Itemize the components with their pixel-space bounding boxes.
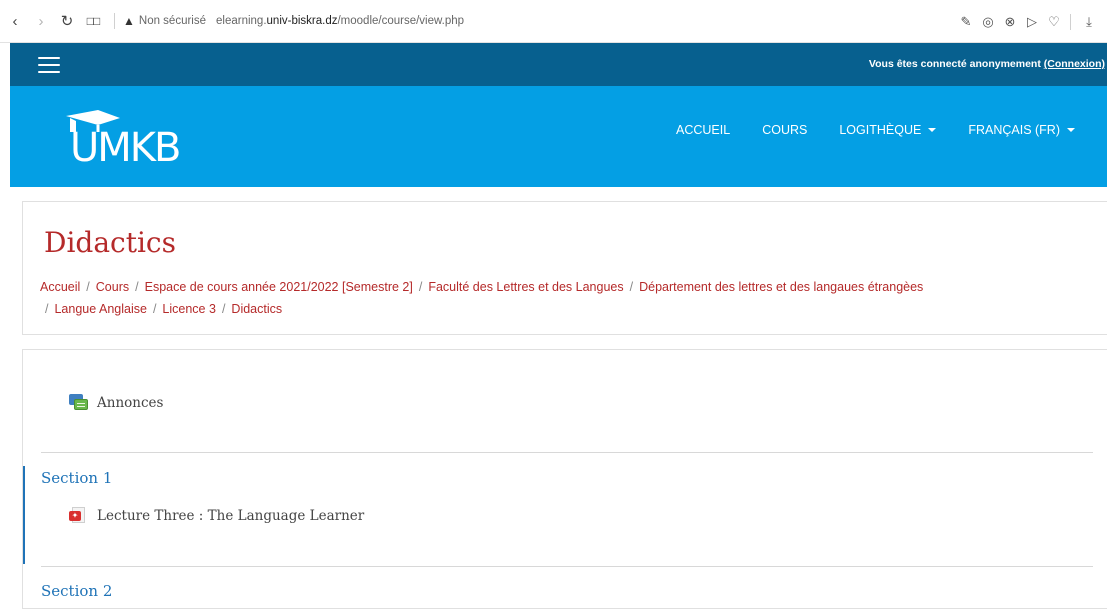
breadcrumb-item[interactable]: Faculté des Lettres et des Langues xyxy=(428,280,623,294)
nav-logitheque[interactable]: LOGITHÈQUE xyxy=(839,123,937,137)
nav-label: COURS xyxy=(762,123,808,137)
download-icon[interactable]: ⤓ xyxy=(1079,11,1099,33)
breadcrumb-item[interactable]: Département des lettres et des langaues … xyxy=(639,280,923,294)
breadcrumb-item[interactable]: Cours xyxy=(96,280,129,294)
caret-down-icon xyxy=(1067,128,1075,132)
site-logo[interactable]: UMKB xyxy=(60,108,181,171)
breadcrumb-separator: / xyxy=(221,302,226,316)
pdf-resource-activity[interactable]: ✦ Lecture Three : The Language Learner xyxy=(69,507,364,525)
breadcrumb-separator: / xyxy=(629,280,634,294)
camera-icon[interactable]: ◎ xyxy=(978,11,998,33)
breadcrumb-separator: / xyxy=(45,302,49,316)
pdf-icon: ✦ xyxy=(69,507,87,525)
breadcrumb-separator: / xyxy=(418,280,423,294)
menu-icon[interactable] xyxy=(38,57,60,73)
breadcrumb-separator: / xyxy=(152,302,157,316)
login-info: Vous êtes connecté anonymement (Connexio… xyxy=(869,58,1105,70)
nav-label: LOGITHÈQUE xyxy=(839,123,922,137)
breadcrumb-separator: / xyxy=(135,280,139,294)
login-status: Vous êtes connecté anonymement xyxy=(868,58,1041,70)
breadcrumb-separator: / xyxy=(86,280,90,294)
breadcrumb-item[interactable]: Espace de cours année 2021/2022 [Semestr… xyxy=(145,280,413,294)
nav-language[interactable]: FRANÇAIS (FR) xyxy=(968,123,1075,137)
course-content: Annonces Section 1 ✦ Lecture Three : The… xyxy=(22,349,1107,609)
nav-label: ACCUEIL xyxy=(676,123,731,137)
browser-toolbar: ‹ › ↻ □□ ▲ Non sécurisé elearning.univ-b… xyxy=(0,0,1107,43)
activity-label: Annonces xyxy=(97,395,164,411)
heart-icon[interactable]: ♡ xyxy=(1044,11,1064,33)
site-topbar: Vous êtes connecté anonymement (Connexio… xyxy=(10,43,1107,86)
forward-icon[interactable]: › xyxy=(30,10,52,32)
warning-icon[interactable]: ▲ xyxy=(123,14,135,28)
site-navbar: UMKB ACCUEIL COURS LOGITHÈQUE FRANÇAIS (… xyxy=(10,86,1107,187)
url-path: /moodle/course/view.php xyxy=(337,15,465,27)
url-prefix: elearning. xyxy=(216,15,267,27)
section-title[interactable]: Section 2 xyxy=(41,582,112,600)
caret-down-icon xyxy=(928,128,937,132)
breadcrumb-item[interactable]: Didactics xyxy=(231,302,282,316)
login-link[interactable]: (Connexion) xyxy=(1044,58,1105,70)
activity-label: Lecture Three : The Language Learner xyxy=(97,508,365,524)
reload-icon[interactable]: ↻ xyxy=(56,10,78,32)
edit-icon[interactable]: ✎ xyxy=(956,11,976,33)
apps-grid-icon[interactable]: □□ xyxy=(82,10,104,32)
section-divider xyxy=(41,566,1093,567)
forum-icon xyxy=(69,394,89,412)
announcements-activity[interactable]: Annonces xyxy=(69,394,163,412)
toolbar-divider xyxy=(1070,13,1071,30)
current-section-marker xyxy=(23,466,25,564)
page-header: Didactics Accueil / Cours / Espace de cours … xyxy=(22,201,1107,335)
breadcrumb-item[interactable]: Licence 3 xyxy=(162,302,216,316)
section-title[interactable]: Section 1 xyxy=(41,469,112,487)
logo-text: UMKB xyxy=(70,125,181,171)
url-divider xyxy=(114,13,115,29)
nav-label: FRANÇAIS (FR) xyxy=(968,123,1060,137)
nav-cours[interactable]: COURS xyxy=(762,123,807,137)
breadcrumb-item[interactable]: Langue Anglaise xyxy=(54,302,146,316)
main-menu: ACCUEIL COURS LOGITHÈQUE FRANÇAIS (FR) xyxy=(644,123,1075,137)
block-icon[interactable]: ⊗ xyxy=(1000,11,1020,33)
address-bar[interactable]: elearning.univ-biskra.dz/moodle/course/v… xyxy=(216,15,464,27)
url-host: univ-biskra.dz xyxy=(266,15,338,27)
section-divider xyxy=(41,452,1093,453)
nav-accueil[interactable]: ACCUEIL xyxy=(676,123,730,137)
back-icon[interactable]: ‹ xyxy=(4,10,26,32)
breadcrumb-item[interactable]: Accueil xyxy=(40,280,80,294)
breadcrumb: Accueil / Cours / Espace de cours année 2021… xyxy=(40,276,1080,320)
security-label[interactable]: Non sécurisé xyxy=(139,15,206,27)
page-title: Didactics xyxy=(44,226,176,259)
send-icon[interactable]: ▷ xyxy=(1022,11,1042,33)
